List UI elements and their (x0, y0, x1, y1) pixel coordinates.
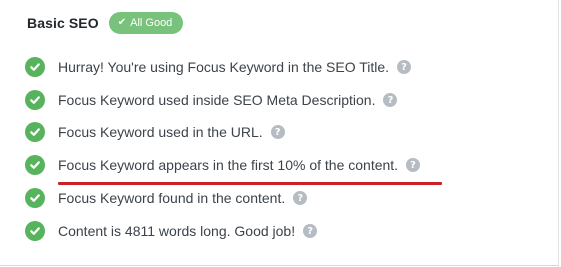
check-text: Focus Keyword appears in the first 10% o… (58, 157, 399, 173)
check-item-url: Focus Keyword used in the URL. ? (25, 121, 285, 143)
panel-bottom-border (0, 265, 559, 266)
check-item-content-length: Content is 4811 words long. Good job! ? (25, 220, 318, 242)
highlight-underline (58, 182, 442, 185)
check-text: Content is 4811 words long. Good job! (58, 223, 296, 239)
check-item-first-10-percent: Focus Keyword appears in the first 10% o… (25, 154, 421, 176)
check-circle-icon (25, 90, 45, 110)
question-mark-icon[interactable]: ? (303, 224, 318, 238)
question-mark-icon[interactable]: ? (383, 93, 398, 107)
check-circle-icon (25, 155, 45, 175)
check-list: Hurray! You're using Focus Keyword in th… (0, 0, 561, 267)
check-item-meta-description: Focus Keyword used inside SEO Meta Descr… (25, 89, 398, 111)
check-circle-icon (25, 221, 45, 241)
check-text: Hurray! You're using Focus Keyword in th… (58, 59, 390, 75)
check-text: Focus Keyword found in the content. (58, 190, 286, 206)
basic-seo-panel: Basic SEO ✔ All Good Hurray! You're usin… (0, 0, 561, 267)
panel-right-border (558, 0, 559, 267)
check-text: Focus Keyword used inside SEO Meta Descr… (58, 92, 376, 108)
check-item-seo-title: Hurray! You're using Focus Keyword in th… (25, 56, 412, 78)
question-mark-icon[interactable]: ? (397, 60, 412, 74)
question-mark-icon[interactable]: ? (293, 191, 308, 205)
check-text: Focus Keyword used in the URL. (58, 124, 263, 140)
check-circle-icon (25, 188, 45, 208)
question-mark-icon[interactable]: ? (270, 125, 285, 139)
check-item-found-in-content: Focus Keyword found in the content. ? (25, 187, 308, 209)
check-circle-icon (25, 57, 45, 77)
check-circle-icon (25, 122, 45, 142)
question-mark-icon[interactable]: ? (406, 158, 421, 172)
